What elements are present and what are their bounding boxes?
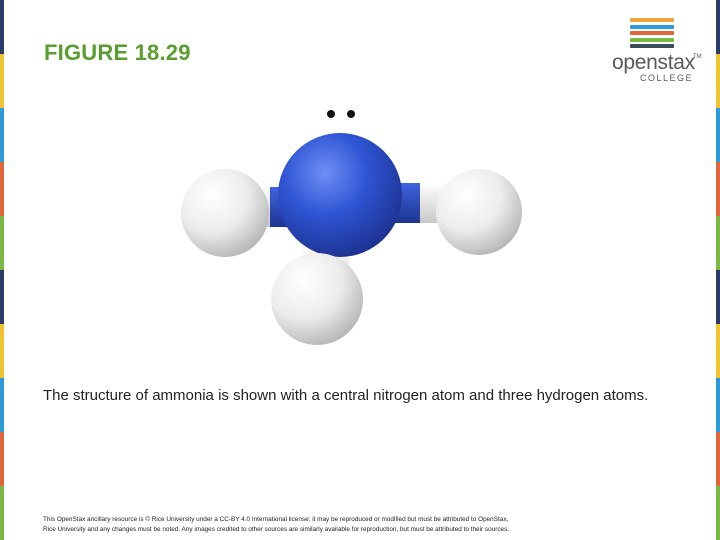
license-footer: This OpenStax ancillary resource is © Ri…	[43, 515, 663, 535]
edge-color-segment	[716, 162, 720, 216]
edge-color-segment	[0, 216, 4, 270]
edge-color-segment	[0, 378, 4, 432]
edge-color-segment	[716, 432, 720, 486]
edge-color-segment	[0, 324, 4, 378]
hydrogen-atom-right	[436, 169, 522, 255]
hydrogen-atom-bottom	[271, 253, 363, 345]
footer-line: This OpenStax ancillary resource is © Ri…	[43, 516, 509, 523]
logo-bar	[630, 37, 674, 42]
figure-caption: The structure of ammonia is shown with a…	[43, 387, 649, 404]
nitrogen-atom	[278, 133, 402, 257]
logo-bar	[630, 18, 674, 22]
slide-title: FIGURE 18.29	[44, 40, 191, 65]
openstax-college-logo: openstax TM COLLEGE	[608, 16, 704, 83]
edge-color-segment	[0, 54, 4, 108]
edge-color-segment	[716, 324, 720, 378]
logo-bar	[630, 44, 674, 48]
edge-color-segment	[716, 54, 720, 108]
logo-trademark: TM	[693, 54, 702, 60]
edge-color-segment	[0, 162, 4, 216]
logo-bar	[630, 24, 674, 29]
edge-color-segment	[0, 432, 4, 486]
hydrogen-atom-left	[181, 169, 269, 257]
edge-color-segment	[716, 216, 720, 270]
logo-bar	[630, 31, 674, 35]
edge-color-segment	[0, 108, 4, 162]
footer-line: Rice University and any changes must be …	[43, 526, 510, 533]
logo-bars-icon	[630, 18, 674, 51]
edge-color-segment	[716, 0, 720, 54]
lone-pair-electrons	[327, 110, 355, 118]
right-color-strip	[716, 0, 720, 540]
edge-color-segment	[0, 270, 4, 324]
edge-color-segment	[716, 108, 720, 162]
edge-color-segment	[716, 378, 720, 432]
ammonia-molecule-figure	[181, 110, 522, 345]
left-color-strip	[0, 0, 4, 540]
edge-color-segment	[0, 486, 4, 540]
edge-color-segment	[716, 486, 720, 540]
edge-color-segment	[0, 0, 4, 54]
logo-wordmark: openstax	[612, 51, 695, 74]
edge-color-segment	[716, 270, 720, 324]
logo-subtitle: COLLEGE	[640, 73, 694, 83]
